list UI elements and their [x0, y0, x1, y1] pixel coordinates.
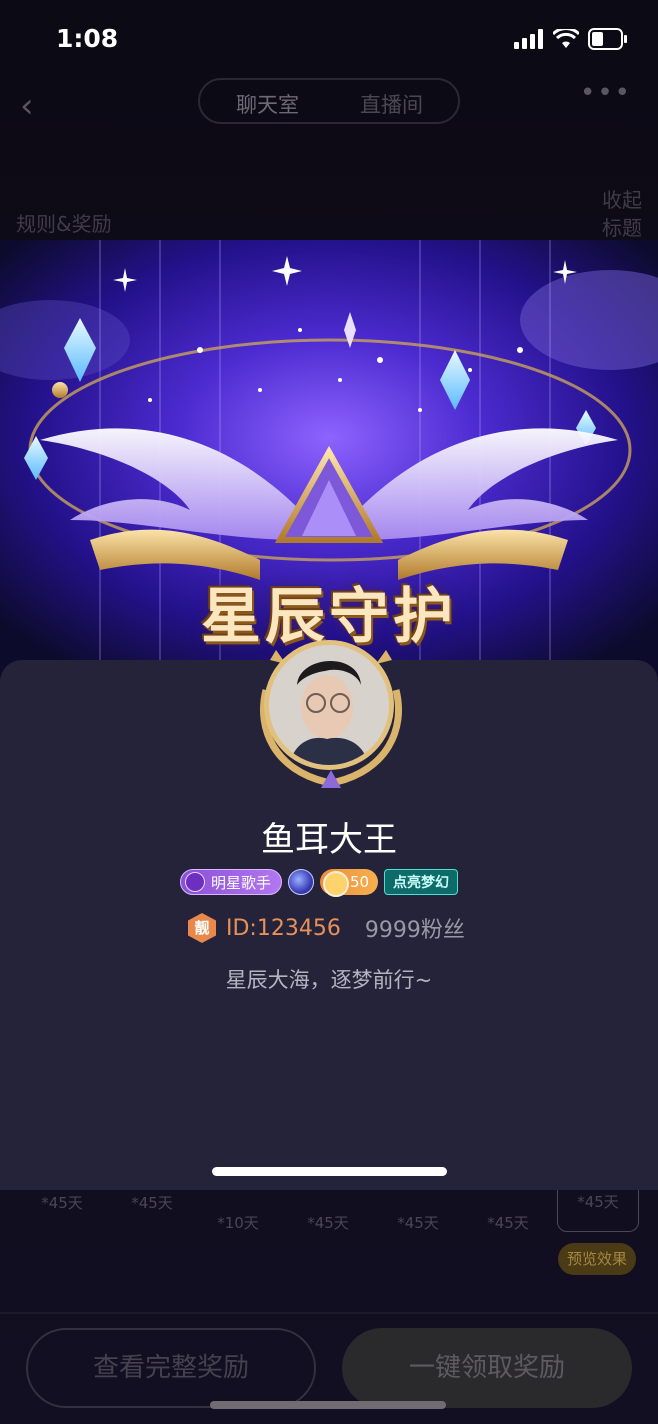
- light-up-badge[interactable]: 点亮梦幻: [384, 869, 459, 895]
- avatar: [264, 640, 394, 770]
- title-label: 标题: [602, 216, 642, 240]
- profile-name: 鱼耳大王: [261, 820, 397, 860]
- avatar-portrait-icon: [269, 645, 389, 765]
- id-line: 靓 ID:123456 9999粉丝: [188, 912, 465, 944]
- profile-badges: 明星歌手 50 点亮梦幻: [180, 868, 459, 897]
- status-bar: 1:08: [0, 0, 658, 80]
- reward-duration: *45天: [41, 1194, 83, 1212]
- star-guardian-banner: 星辰守护: [0, 240, 658, 680]
- preview-effect-button[interactable]: 预览效果: [558, 1243, 636, 1275]
- profile-bio: 星辰大海，逐梦前行~: [225, 968, 433, 992]
- tab-live[interactable]: 直播间: [360, 89, 423, 119]
- home-indicator: [210, 1401, 446, 1409]
- status-icons: [514, 28, 628, 50]
- reward-duration: *10天: [217, 1214, 259, 1232]
- collapse-title-button[interactable]: 收起 标题: [602, 186, 642, 242]
- user-id: ID:123456: [226, 915, 341, 941]
- home-indicator-sheet: [212, 1167, 447, 1176]
- reward-duration: *45天: [577, 1193, 619, 1211]
- back-button[interactable]: ‹: [20, 86, 34, 126]
- claim-all-rewards-button[interactable]: 一键领取奖励: [342, 1328, 632, 1408]
- room-tabs: 聊天室 直播间: [198, 78, 460, 124]
- status-time: 1:08: [56, 24, 119, 53]
- signal-icon: [514, 29, 543, 49]
- liang-id-icon: 靓: [188, 913, 216, 943]
- fans-count: 9999粉丝: [364, 918, 465, 943]
- reward-duration: *45天: [307, 1214, 349, 1232]
- globe-badge-icon[interactable]: [288, 869, 315, 895]
- collapse-label: 收起: [602, 188, 642, 212]
- reward-duration: *45天: [487, 1214, 529, 1232]
- battery-icon: [588, 28, 627, 50]
- view-full-rewards-button[interactable]: 查看完整奖励: [26, 1328, 316, 1408]
- wifi-icon: [553, 29, 579, 48]
- tab-chatroom[interactable]: 聊天室: [236, 89, 299, 119]
- avatar-frame[interactable]: [246, 630, 416, 790]
- reward-duration: *45天: [397, 1214, 439, 1232]
- rules-rewards-link[interactable]: 规则&奖励: [16, 208, 112, 237]
- star-singer-badge[interactable]: 明星歌手: [180, 869, 283, 895]
- reward-duration: *45天: [131, 1194, 173, 1212]
- more-options-icon[interactable]: •••: [580, 78, 632, 108]
- level-badge[interactable]: 50: [320, 869, 379, 897]
- top-nav-bar: ‹ 聊天室 直播间 •••: [0, 72, 658, 132]
- divider: [0, 1312, 658, 1314]
